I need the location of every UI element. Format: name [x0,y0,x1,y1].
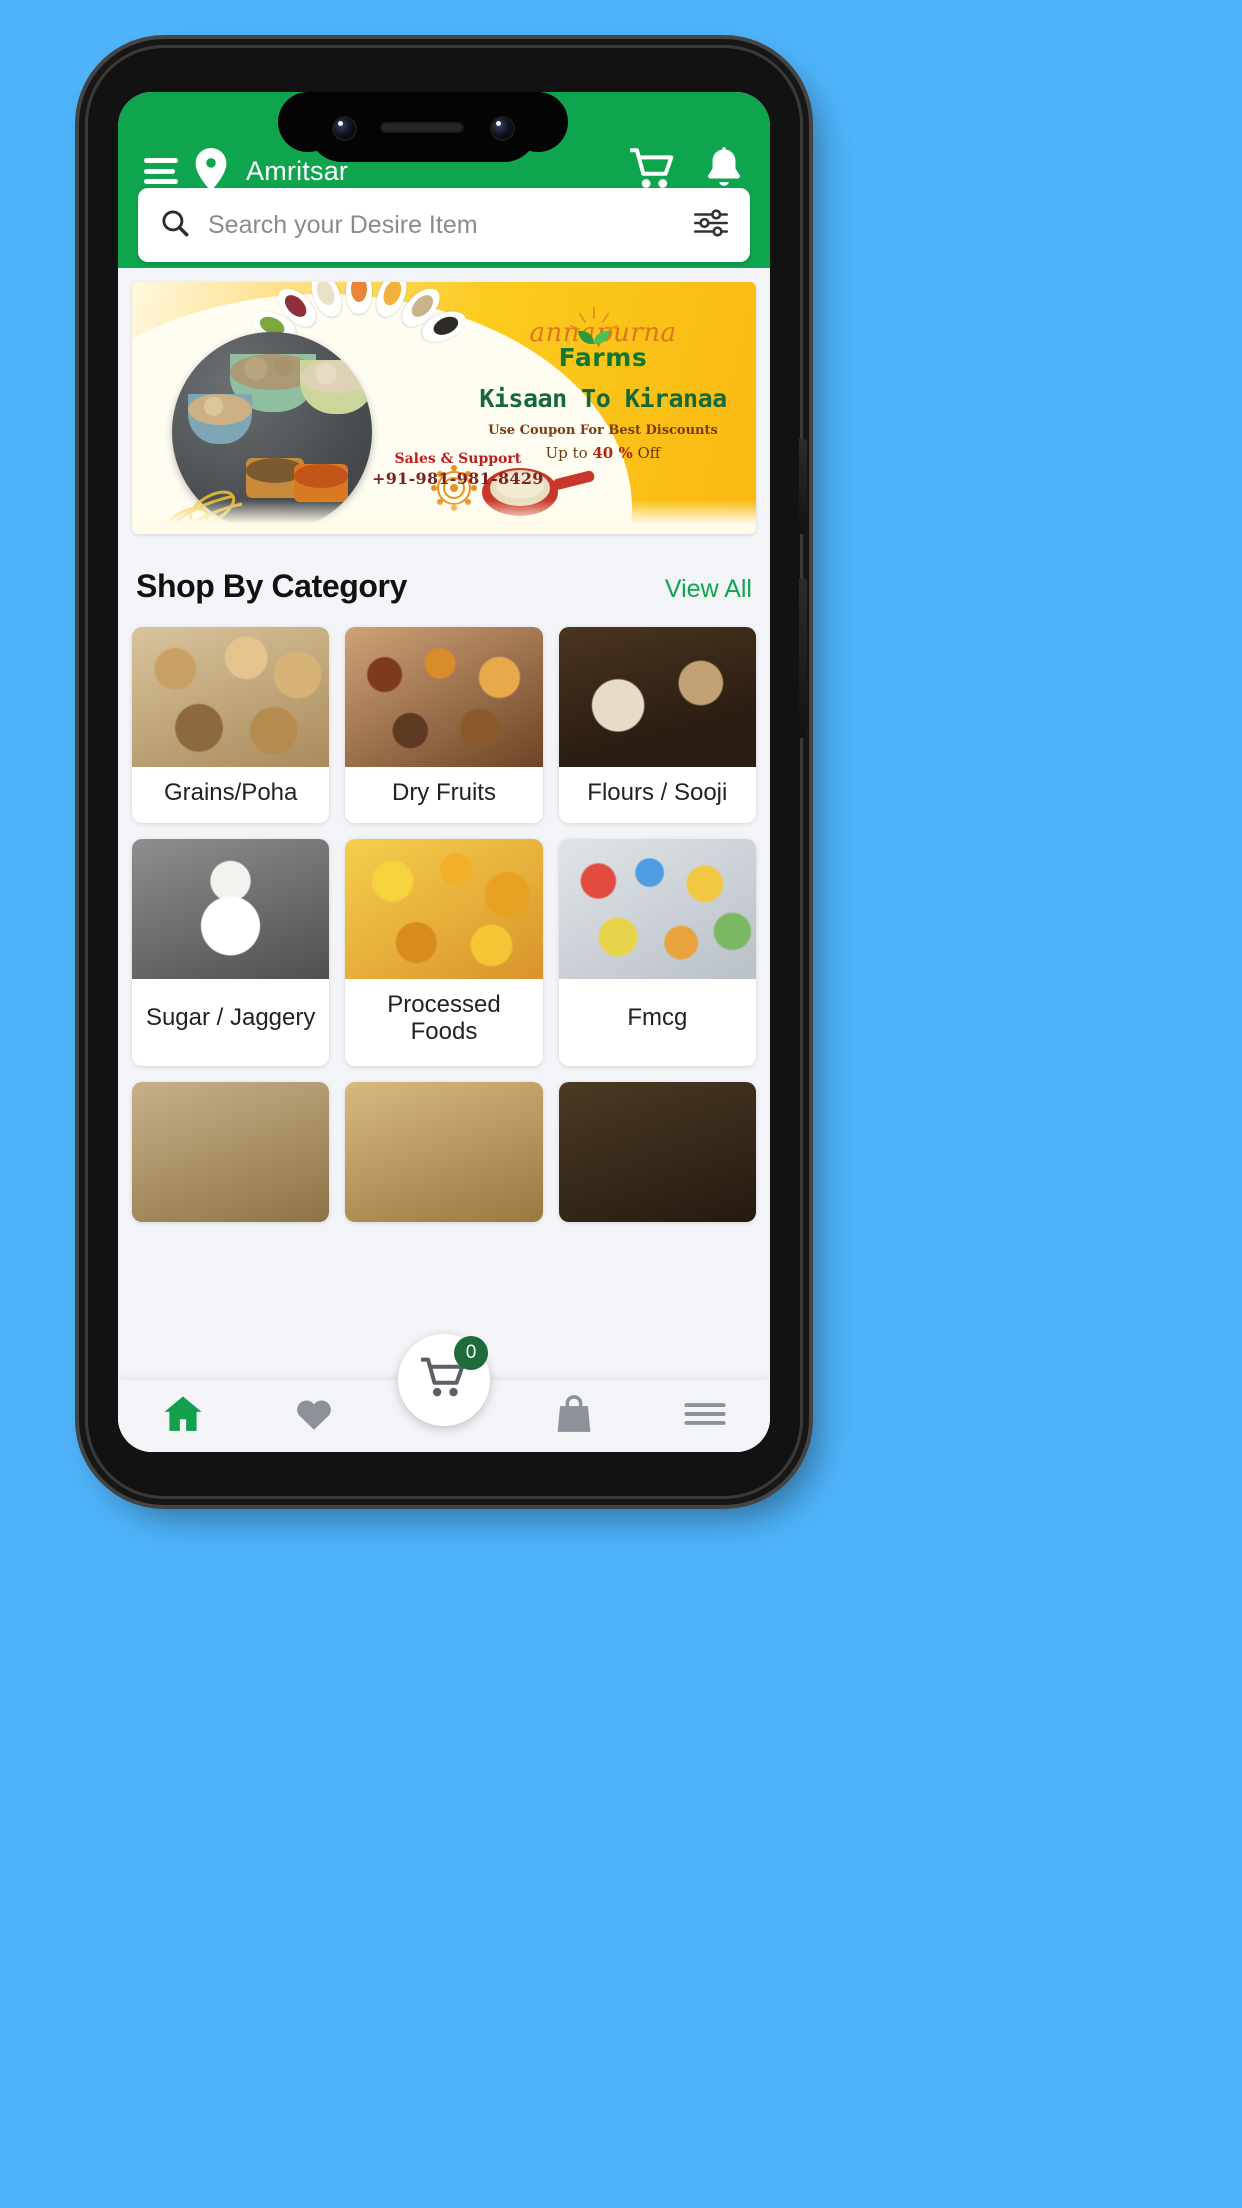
hamburger-menu-icon[interactable] [144,158,178,184]
hamburger-line [144,168,176,174]
category-image [558,1081,756,1222]
search-input[interactable] [208,210,694,240]
banner-logo-block: annapurna Farms Kisaan To Kiranaa Use Co… [468,307,738,462]
phone-frame: Amritsar Search your Desire Item Farms K… [88,48,807,1496]
category-label: Processed Foods [387,990,501,1046]
category-card-next-row[interactable] [558,1081,756,1222]
category-card-fmcg[interactable]: Fmcg [558,838,756,1066]
category-label: Grains/Poha [163,779,298,806]
earpiece-speaker [380,122,464,133]
notch-corner-right [508,92,568,152]
promo-banner[interactable]: annapurna Farms Kisaan To Kiranaa Use Co… [132,282,756,534]
category-card-processed-foods[interactable]: Processed Foods [345,838,543,1066]
phone-notch [308,92,538,162]
banner-support-block: Sales & Support +91-981-981-8429 [372,451,544,488]
hamburger-line [144,179,178,184]
category-grid: Grains/Poha Dry Fruits Flours / Sooji Su… [118,605,770,1222]
view-all-link[interactable]: View All [665,575,752,604]
volume-button[interactable] [799,578,807,738]
category-label: Flours / Sooji [587,779,728,806]
filter-sliders-icon[interactable] [694,208,728,243]
front-camera-lens [334,118,355,139]
search-bar[interactable] [138,188,750,262]
phone-screen: Amritsar Search your Desire Item Farms K… [118,92,770,1452]
search-icon [160,208,190,243]
category-image [132,1081,330,1222]
category-image [132,838,330,979]
nav-item-orders[interactable] [536,1380,612,1452]
category-image [558,627,756,767]
hamburger-line [144,158,178,163]
category-image [345,627,543,767]
scroll-content[interactable]: annapurna Farms Kisaan To Kiranaa Use Co… [118,268,770,1452]
offer-prefix: Up to [545,444,593,462]
offer-amount: 40 % [592,444,633,462]
home-icon [162,1394,204,1439]
page-title: Shop By Category [136,568,407,604]
category-image [345,838,543,979]
banner-logo-name: Farms [558,343,648,372]
category-card-sugar[interactable]: Sugar / Jaggery [132,838,330,1066]
category-card-flours[interactable]: Flours / Sooji [558,627,756,823]
support-phone[interactable]: +91-981-981-8429 [372,469,544,488]
sprout-icon [570,307,618,345]
category-label: Sugar / Jaggery [145,1004,316,1032]
notch-corner-left [278,92,338,152]
category-section-header: Shop By Category View All [118,534,770,605]
nav-item-home[interactable] [145,1380,221,1452]
nav-item-wishlist[interactable] [276,1380,352,1452]
front-camera-lens [492,118,513,139]
category-label: Dry Fruits [391,779,496,806]
nav-item-more[interactable] [667,1380,743,1452]
heart-icon [294,1396,334,1437]
cart-count-badge: 0 [454,1336,488,1370]
banner-bottom-fade [132,500,756,534]
category-card-next-row[interactable] [345,1081,543,1222]
category-label: Fmcg [627,1004,688,1032]
support-title: Sales & Support [394,451,522,467]
category-card-dry-fruits[interactable]: Dry Fruits [345,627,543,823]
banner-tagline: Kisaan To Kiranaa [479,384,727,413]
category-image [558,838,756,979]
bag-icon [555,1394,593,1439]
category-card-next-row[interactable] [132,1081,330,1222]
banner-coupon-text: Use Coupon For Best Discounts [488,423,718,438]
cart-fab-wrapper: 0 [398,1334,490,1426]
power-button[interactable] [799,438,807,534]
menu-lines-icon [684,1401,726,1432]
category-card-grains[interactable]: Grains/Poha [132,627,330,823]
category-image [132,627,330,767]
offer-suffix: Off [632,444,661,462]
category-image [345,1081,543,1222]
